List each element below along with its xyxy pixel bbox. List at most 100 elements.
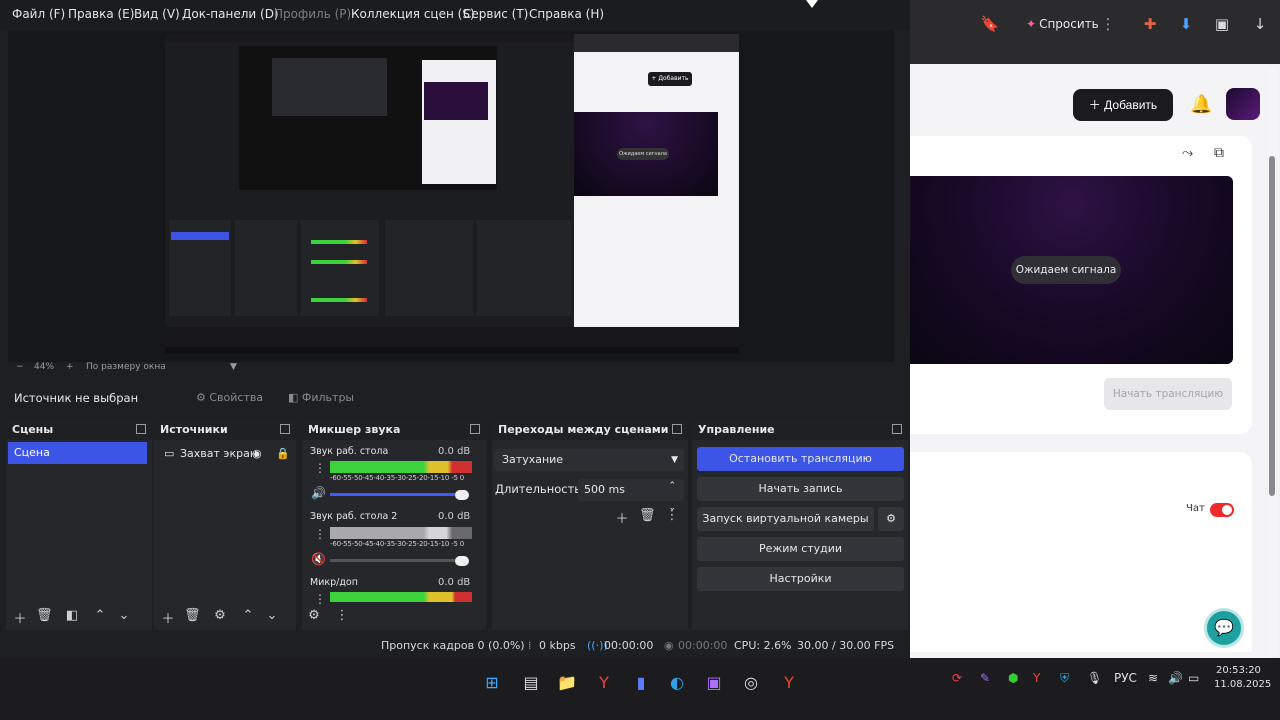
- move-up-icon[interactable]: ⌃: [240, 608, 256, 623]
- collections-icon[interactable]: ▣: [1212, 14, 1232, 34]
- gear-icon[interactable]: ⚙: [212, 608, 228, 623]
- ask-ai-button[interactable]: ✦ Спросить: [1018, 12, 1107, 36]
- volume-slider-knob[interactable]: [455, 490, 469, 500]
- move-down-icon[interactable]: ⌄: [116, 608, 132, 623]
- add-button[interactable]: ＋ Добавить: [1073, 89, 1173, 121]
- nested-preview-player: [424, 82, 488, 120]
- menu-docks[interactable]: Док-панели (D): [182, 7, 279, 21]
- volume-slider[interactable]: [330, 493, 462, 496]
- menu-help[interactable]: Справка (H): [529, 7, 604, 21]
- virtual-camera-button[interactable]: Запуск виртуальной камеры: [697, 507, 874, 531]
- tray-app-icon[interactable]: ⬢: [1008, 671, 1018, 685]
- stream-time: 00:00:00: [604, 639, 654, 652]
- transition-select[interactable]: Затухание ▼: [494, 449, 684, 471]
- windows-start-icon[interactable]: ⊞: [479, 670, 505, 696]
- nested-preview-inner: [272, 58, 387, 116]
- stop-stream-button[interactable]: Остановить трансляцию: [697, 447, 904, 471]
- filter-icon[interactable]: ◧: [64, 608, 80, 623]
- battery-icon[interactable]: ▭: [1188, 671, 1199, 685]
- duration-input[interactable]: 500 ms ⌃ ⌄: [578, 479, 684, 513]
- speaker-icon[interactable]: 🔊: [1168, 671, 1183, 685]
- zoom-out-button[interactable]: −: [16, 362, 24, 372]
- settings-button[interactable]: Настройки: [697, 567, 904, 591]
- move-down-icon[interactable]: ⌄: [264, 608, 280, 623]
- wifi-icon[interactable]: ≋: [1148, 671, 1158, 685]
- language-indicator[interactable]: РУС: [1114, 671, 1137, 685]
- scene-item[interactable]: Сцена: [8, 442, 147, 464]
- eye-icon[interactable]: ◉: [252, 444, 262, 464]
- zoom-in-button[interactable]: +: [66, 362, 74, 372]
- yandex-browser-icon[interactable]: Y: [591, 670, 617, 696]
- properties-button[interactable]: ⚙ Свойства: [190, 386, 263, 410]
- filters-button[interactable]: ◧ Фильтры: [282, 386, 354, 410]
- extension-icon[interactable]: ✚: [1140, 14, 1160, 34]
- record-time: 00:00:00: [678, 639, 728, 652]
- muted-volume-icon[interactable]: 🔇: [311, 552, 326, 566]
- more-dots-icon[interactable]: ⋮: [1098, 14, 1118, 34]
- source-item[interactable]: ▭ Захват экран ◉ 🔒: [160, 444, 294, 464]
- microphone-icon[interactable]: 🎙: [1087, 671, 1102, 685]
- more-dots-icon[interactable]: ⋮: [664, 508, 680, 523]
- twitch-icon[interactable]: ▣: [701, 670, 727, 696]
- sync-icon[interactable]: ⟳: [952, 671, 962, 685]
- downloads-arrow-icon[interactable]: ↓: [1250, 14, 1270, 34]
- bell-icon[interactable]: 🔔: [1190, 94, 1212, 115]
- move-up-icon[interactable]: ⌃: [92, 608, 108, 623]
- nested-browser-toolbar: [574, 34, 739, 52]
- chart-app-icon[interactable]: ▮: [628, 670, 654, 696]
- volume-slider-knob[interactable]: [455, 556, 469, 566]
- task-view-icon[interactable]: ▤: [518, 670, 544, 696]
- trash-icon[interactable]: 🗑: [36, 608, 53, 623]
- add-icon[interactable]: ＋: [160, 608, 176, 627]
- zoom-dropdown-icon[interactable]: ▼: [230, 362, 237, 372]
- lock-icon[interactable]: 🔒: [276, 444, 290, 464]
- menu-scene-collection[interactable]: Коллекция сцен (S): [351, 7, 475, 21]
- mixer-settings-icon[interactable]: ⚙: [306, 608, 322, 623]
- dock-popout-icon[interactable]: [280, 424, 290, 434]
- add-icon[interactable]: ＋: [614, 508, 630, 527]
- controls-title: Управление: [692, 420, 908, 440]
- assistant-chat-icon[interactable]: 💬: [1204, 608, 1244, 648]
- more-dots-icon[interactable]: ⋮: [314, 592, 326, 606]
- pen-icon[interactable]: ✎: [980, 671, 990, 685]
- avatar[interactable]: [1226, 88, 1260, 120]
- trash-icon[interactable]: 🗑: [184, 608, 201, 623]
- yandex-app-icon[interactable]: Y: [776, 670, 802, 696]
- dock-popout-icon[interactable]: [136, 424, 146, 434]
- clock-time[interactable]: 20:53:20: [1216, 665, 1261, 676]
- clock-date[interactable]: 11.08.2025: [1214, 679, 1271, 690]
- scrollbar-thumb[interactable]: [1269, 156, 1275, 496]
- menu-view[interactable]: Вид (V): [134, 7, 180, 21]
- dock-popout-icon[interactable]: [892, 424, 902, 434]
- menu-tools[interactable]: Сервис (T): [463, 7, 528, 21]
- gear-icon[interactable]: ⚙: [878, 507, 904, 531]
- edge-icon[interactable]: ◐: [664, 670, 690, 696]
- dock-popout-icon[interactable]: [672, 424, 682, 434]
- download-icon[interactable]: ⬇: [1176, 14, 1196, 34]
- more-dots-icon[interactable]: ⋮: [334, 608, 350, 623]
- dock-popout-icon[interactable]: [470, 424, 480, 434]
- obs-icon[interactable]: ◎: [738, 670, 764, 696]
- volume-icon[interactable]: 🔊: [311, 486, 326, 500]
- start-stream-button[interactable]: Начать трансляцию: [1104, 378, 1232, 410]
- more-dots-icon[interactable]: ⋮: [314, 527, 326, 541]
- more-dots-icon[interactable]: ⋮: [314, 461, 326, 475]
- yandex-tray-icon[interactable]: Y: [1033, 671, 1040, 685]
- program-preview[interactable]: + Добавить Ожидаем сигнала: [165, 34, 739, 354]
- studio-mode-button[interactable]: Режим студии: [697, 537, 904, 561]
- start-record-button[interactable]: Начать запись: [697, 477, 904, 501]
- popout-icon[interactable]: ⧉: [1214, 145, 1224, 161]
- chat-toggle[interactable]: [1210, 503, 1234, 517]
- audio-meter: [330, 592, 472, 602]
- security-icon[interactable]: ⛨: [1060, 671, 1069, 686]
- zoom-bar: − 44% + По размеру окна ▼: [0, 362, 910, 376]
- zoom-mode[interactable]: По размеру окна: [86, 362, 166, 372]
- bookmark-icon[interactable]: 🔖: [980, 14, 1000, 34]
- file-explorer-icon[interactable]: 📁: [554, 670, 580, 696]
- menu-edit[interactable]: Правка (E): [68, 7, 134, 21]
- share-icon[interactable]: ⤳: [1182, 145, 1193, 161]
- volume-slider[interactable]: [330, 559, 462, 562]
- add-icon[interactable]: ＋: [12, 608, 28, 627]
- menu-file[interactable]: Файл (F): [12, 7, 65, 21]
- trash-icon[interactable]: 🗑: [639, 508, 656, 523]
